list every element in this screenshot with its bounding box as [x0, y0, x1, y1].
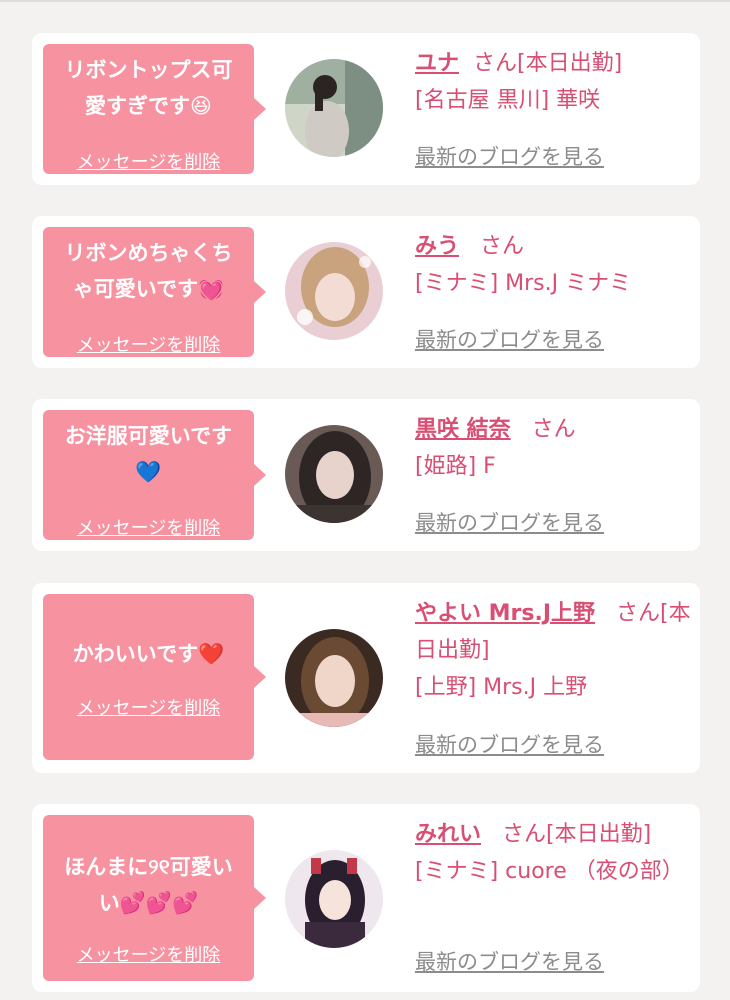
message-bubble: かわいいです❤️ メッセージを削除 [43, 594, 266, 760]
message-text: リボントップス可 愛すぎです😆 [64, 58, 233, 118]
shop-label: [ミナミ] Mrs.J ミナミ [415, 271, 632, 296]
view-blog-link[interactable]: 最新のブログを見る [415, 141, 604, 171]
view-blog-link[interactable]: 最新のブログを見る [415, 324, 604, 354]
delete-message-link[interactable]: メッセージを削除 [43, 941, 254, 967]
shop-label: [上野] Mrs.J 上野 [415, 675, 588, 700]
girl-name-link[interactable]: みう [415, 234, 459, 259]
delete-message-link[interactable]: メッセージを削除 [43, 514, 254, 540]
message-bubble: ほんまに୨୧可愛い い💕💕💕 メッセージを削除 [43, 815, 266, 981]
name-suffix: さん [480, 234, 525, 259]
view-blog-link[interactable]: 最新のブログを見る [415, 729, 604, 759]
delete-message-link[interactable]: メッセージを削除 [43, 694, 254, 720]
message-card: リボンめちゃくち ゃ可愛いです💓 メッセージを削除 みう さん [ミナミ] Mr… [32, 216, 700, 368]
shop-label: [ミナミ] cuore （夜の部） [415, 859, 684, 884]
message-card: かわいいです❤️ メッセージを削除 やよい Mrs.J上野 さん[本日出勤] [… [32, 583, 700, 773]
message-text: ほんまに୨୧可愛い い💕💕💕 [64, 855, 233, 915]
girl-name-link[interactable]: ユナ [415, 51, 459, 76]
shop-label: [姫路] F [415, 454, 496, 479]
message-card: お洋服可愛いです 💙 メッセージを削除 黒咲 結奈 さん [姫路] F 最新のブ… [32, 399, 700, 551]
message-text: お洋服可愛いです 💙 [64, 424, 233, 484]
avatar[interactable] [285, 59, 383, 157]
name-suffix: さん[本日出勤] [473, 51, 623, 76]
avatar[interactable] [285, 425, 383, 523]
delete-message-link[interactable]: メッセージを削除 [43, 331, 254, 357]
avatar[interactable] [285, 850, 383, 948]
girl-name-link[interactable]: みれい [415, 822, 481, 847]
message-bubble: リボントップス可 愛すぎです😆 メッセージを削除 [43, 44, 266, 174]
entry-info: みれい さん[本日出勤] [ミナミ] cuore （夜の部） [415, 816, 695, 890]
message-card: ほんまに୨୧可愛い い💕💕💕 メッセージを削除 みれい さん[本日出勤] [ミナ… [32, 804, 700, 992]
entry-info: やよい Mrs.J上野 さん[本日出勤] [上野] Mrs.J 上野 [415, 595, 695, 706]
girl-name-link[interactable]: やよい Mrs.J上野 [415, 601, 595, 626]
name-suffix: さん[本日出勤] [502, 822, 652, 847]
message-card: リボントップス可 愛すぎです😆 メッセージを削除 ユナ さん[本日出勤] [名古… [32, 33, 700, 185]
entry-info: 黒咲 結奈 さん [姫路] F [415, 411, 695, 485]
delete-message-link[interactable]: メッセージを削除 [43, 148, 254, 174]
message-text: リボンめちゃくち ゃ可愛いです💓 [64, 241, 233, 301]
message-bubble: お洋服可愛いです 💙 メッセージを削除 [43, 410, 266, 540]
message-text: かわいいです❤️ [72, 642, 225, 666]
avatar[interactable] [285, 242, 383, 340]
shop-label: [名古屋 黒川] 華咲 [415, 88, 601, 113]
entry-info: ユナ さん[本日出勤] [名古屋 黒川] 華咲 [415, 45, 695, 119]
entry-info: みう さん [ミナミ] Mrs.J ミナミ [415, 228, 695, 302]
view-blog-link[interactable]: 最新のブログを見る [415, 507, 604, 537]
message-bubble: リボンめちゃくち ゃ可愛いです💓 メッセージを削除 [43, 227, 266, 357]
girl-name-link[interactable]: 黒咲 結奈 [415, 417, 511, 442]
name-suffix: さん [531, 417, 576, 442]
view-blog-link[interactable]: 最新のブログを見る [415, 946, 604, 976]
avatar[interactable] [285, 629, 383, 727]
